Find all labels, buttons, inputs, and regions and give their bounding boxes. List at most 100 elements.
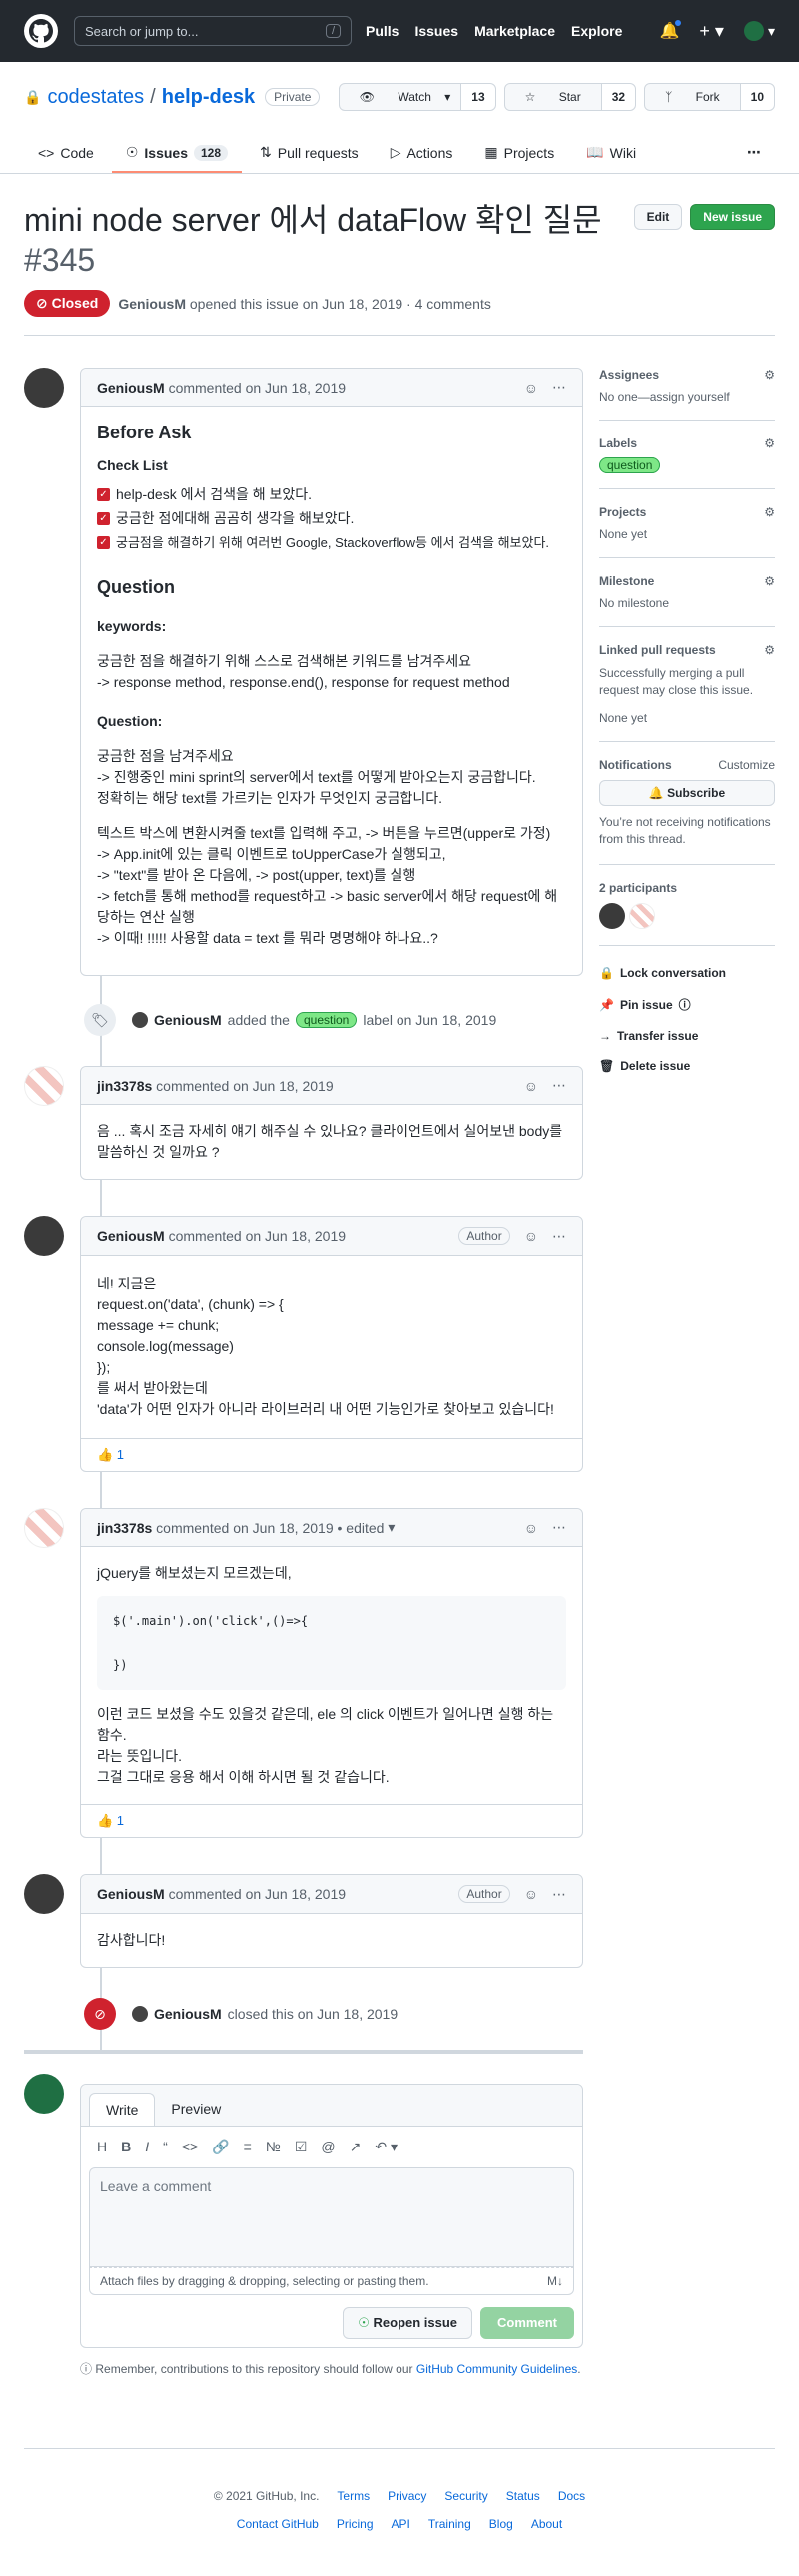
gear-icon[interactable]: ⚙ xyxy=(764,574,775,588)
italic-icon[interactable]: I xyxy=(145,2139,149,2155)
numbered-list-icon[interactable]: № xyxy=(266,2139,281,2155)
gear-icon[interactable]: ⚙ xyxy=(764,368,775,382)
new-issue-button[interactable]: New issue xyxy=(690,204,775,230)
plus-icon[interactable]: + ▾ xyxy=(699,21,724,42)
footer-link[interactable]: Terms xyxy=(337,2489,370,2503)
transfer-issue[interactable]: → Transfer issue xyxy=(599,1021,775,1051)
reopen-issue-button[interactable]: ☉ Reopen issue xyxy=(343,2307,473,2339)
bell-icon[interactable]: 🔔 xyxy=(659,19,683,41)
tab-preview[interactable]: Preview xyxy=(155,2093,237,2126)
repo-name-link[interactable]: help-desk xyxy=(162,86,255,109)
tab-write[interactable]: Write xyxy=(89,2093,156,2126)
avatar[interactable] xyxy=(24,1216,64,1256)
nav-marketplace[interactable]: Marketplace xyxy=(474,23,555,39)
avatar[interactable] xyxy=(132,1012,148,1028)
smiley-icon[interactable]: ☺ xyxy=(524,1078,538,1094)
comment-author[interactable]: jin3378s xyxy=(97,1520,152,1536)
nav-pulls[interactable]: Pulls xyxy=(366,23,399,39)
comment-author[interactable]: GeniousM xyxy=(97,380,165,396)
kebab-icon[interactable]: ⋯ xyxy=(552,1228,566,1245)
avatar[interactable] xyxy=(24,2074,64,2114)
comment-author[interactable]: GeniousM xyxy=(97,1886,165,1902)
kebab-icon[interactable]: ⋯ xyxy=(552,1886,566,1903)
footer-link[interactable]: Pricing xyxy=(337,2517,374,2531)
quote-icon[interactable]: “ xyxy=(163,2139,168,2155)
tab-code[interactable]: <> Code xyxy=(24,134,108,173)
tab-actions[interactable]: ▷ Actions xyxy=(377,134,467,173)
footer-link[interactable]: Status xyxy=(506,2489,540,2503)
subscribe-button[interactable]: 🔔 Subscribe xyxy=(599,780,775,806)
issue-author[interactable]: GeniousM xyxy=(118,296,186,312)
comment-textarea[interactable]: Leave a comment xyxy=(89,2167,574,2267)
footer-link[interactable]: About xyxy=(531,2517,562,2531)
kebab-icon[interactable]: ⋯ xyxy=(552,1519,566,1536)
avatar[interactable] xyxy=(24,368,64,408)
tab-pull-requests[interactable]: ⇅ Pull requests xyxy=(246,134,373,173)
tab-issues[interactable]: ☉ Issues 128 xyxy=(111,134,243,173)
kebab-icon[interactable]: ⋯ xyxy=(552,1077,566,1094)
link-icon[interactable]: 🔗 xyxy=(212,2139,229,2155)
more-icon[interactable]: ⋯ xyxy=(733,134,775,173)
bullet-list-icon[interactable]: ≡ xyxy=(244,2139,252,2155)
avatar[interactable] xyxy=(24,1508,64,1548)
label-badge[interactable]: question xyxy=(295,1012,358,1028)
avatar[interactable] xyxy=(629,903,655,929)
comment-button[interactable]: Comment xyxy=(480,2307,574,2339)
guidelines-link[interactable]: GitHub Community Guidelines xyxy=(416,2362,577,2376)
avatar[interactable]: ▾ xyxy=(743,21,775,41)
avatar[interactable] xyxy=(24,1066,64,1106)
comment-author[interactable]: jin3378s xyxy=(97,1078,152,1094)
task-list-icon[interactable]: ☑ xyxy=(295,2139,308,2155)
footer-link[interactable]: Contact GitHub xyxy=(237,2517,319,2531)
repo-owner-link[interactable]: codestates xyxy=(47,86,144,109)
kebab-icon[interactable]: ⋯ xyxy=(552,379,566,396)
event-actor[interactable]: GeniousM xyxy=(154,1012,222,1028)
tab-projects[interactable]: ▦ Projects xyxy=(470,134,568,173)
heading-icon[interactable]: H xyxy=(97,2139,107,2155)
comment: GeniousM commented on Jun 18, 2019 Author… xyxy=(80,1874,583,1968)
pin-issue[interactable]: 📌 Pin issue ⓘ xyxy=(599,988,775,1021)
reaction-thumbs-up[interactable]: 👍 1 xyxy=(97,1813,124,1828)
customize-link[interactable]: Customize xyxy=(718,758,775,772)
footer-link[interactable]: Security xyxy=(444,2489,487,2503)
nav-issues[interactable]: Issues xyxy=(414,23,458,39)
code-icon[interactable]: <> xyxy=(182,2139,198,2155)
avatar[interactable] xyxy=(24,1874,64,1914)
nav-explore[interactable]: Explore xyxy=(571,23,622,39)
footer-link[interactable]: API xyxy=(392,2517,410,2531)
footer-link[interactable]: Training xyxy=(428,2517,471,2531)
bold-icon[interactable]: B xyxy=(121,2139,131,2155)
avatar[interactable] xyxy=(599,903,625,929)
assignees-value[interactable]: No one—assign yourself xyxy=(599,390,730,404)
comment-author[interactable]: GeniousM xyxy=(97,1228,165,1244)
github-logo-icon[interactable] xyxy=(24,14,58,48)
status-label: Closed xyxy=(51,295,99,311)
footer-link[interactable]: Privacy xyxy=(388,2489,426,2503)
event-actor[interactable]: GeniousM xyxy=(154,2006,222,2022)
attach-files[interactable]: Attach files by dragging & dropping, sel… xyxy=(89,2267,574,2295)
lock-conversation[interactable]: 🔒 Lock conversation xyxy=(599,958,775,988)
delete-issue[interactable]: 🗑 Delete issue xyxy=(599,1051,775,1081)
gear-icon[interactable]: ⚙ xyxy=(764,505,775,519)
footer-link[interactable]: Blog xyxy=(489,2517,513,2531)
smiley-icon[interactable]: ☺ xyxy=(524,380,538,396)
mention-icon[interactable]: @ xyxy=(321,2139,335,2155)
smiley-icon[interactable]: ☺ xyxy=(524,1886,538,1902)
fork-button[interactable]: ᛉ Fork 10 xyxy=(644,83,775,111)
smiley-icon[interactable]: ☺ xyxy=(524,1228,538,1244)
tab-wiki[interactable]: 📖 Wiki xyxy=(572,134,650,173)
search-input[interactable]: Search or jump to... / xyxy=(74,16,352,46)
watch-button[interactable]: 👁 Watch ▾ 13 xyxy=(338,83,496,111)
gear-icon[interactable]: ⚙ xyxy=(764,436,775,450)
edit-button[interactable]: Edit xyxy=(633,204,683,230)
gear-icon[interactable]: ⚙ xyxy=(764,643,775,657)
label-badge[interactable]: question xyxy=(599,457,661,473)
reaction-thumbs-up[interactable]: 👍 1 xyxy=(97,1447,124,1462)
comment-meta[interactable]: commented on Jun 18, 2019 • edited xyxy=(156,1520,384,1536)
avatar[interactable] xyxy=(132,2006,148,2022)
reply-icon[interactable]: ↶ ▾ xyxy=(375,2139,398,2155)
footer-link[interactable]: Docs xyxy=(558,2489,585,2503)
cross-reference-icon[interactable]: ↗ xyxy=(350,2139,362,2155)
star-button[interactable]: ☆ Star 32 xyxy=(503,83,637,111)
smiley-icon[interactable]: ☺ xyxy=(524,1520,538,1536)
